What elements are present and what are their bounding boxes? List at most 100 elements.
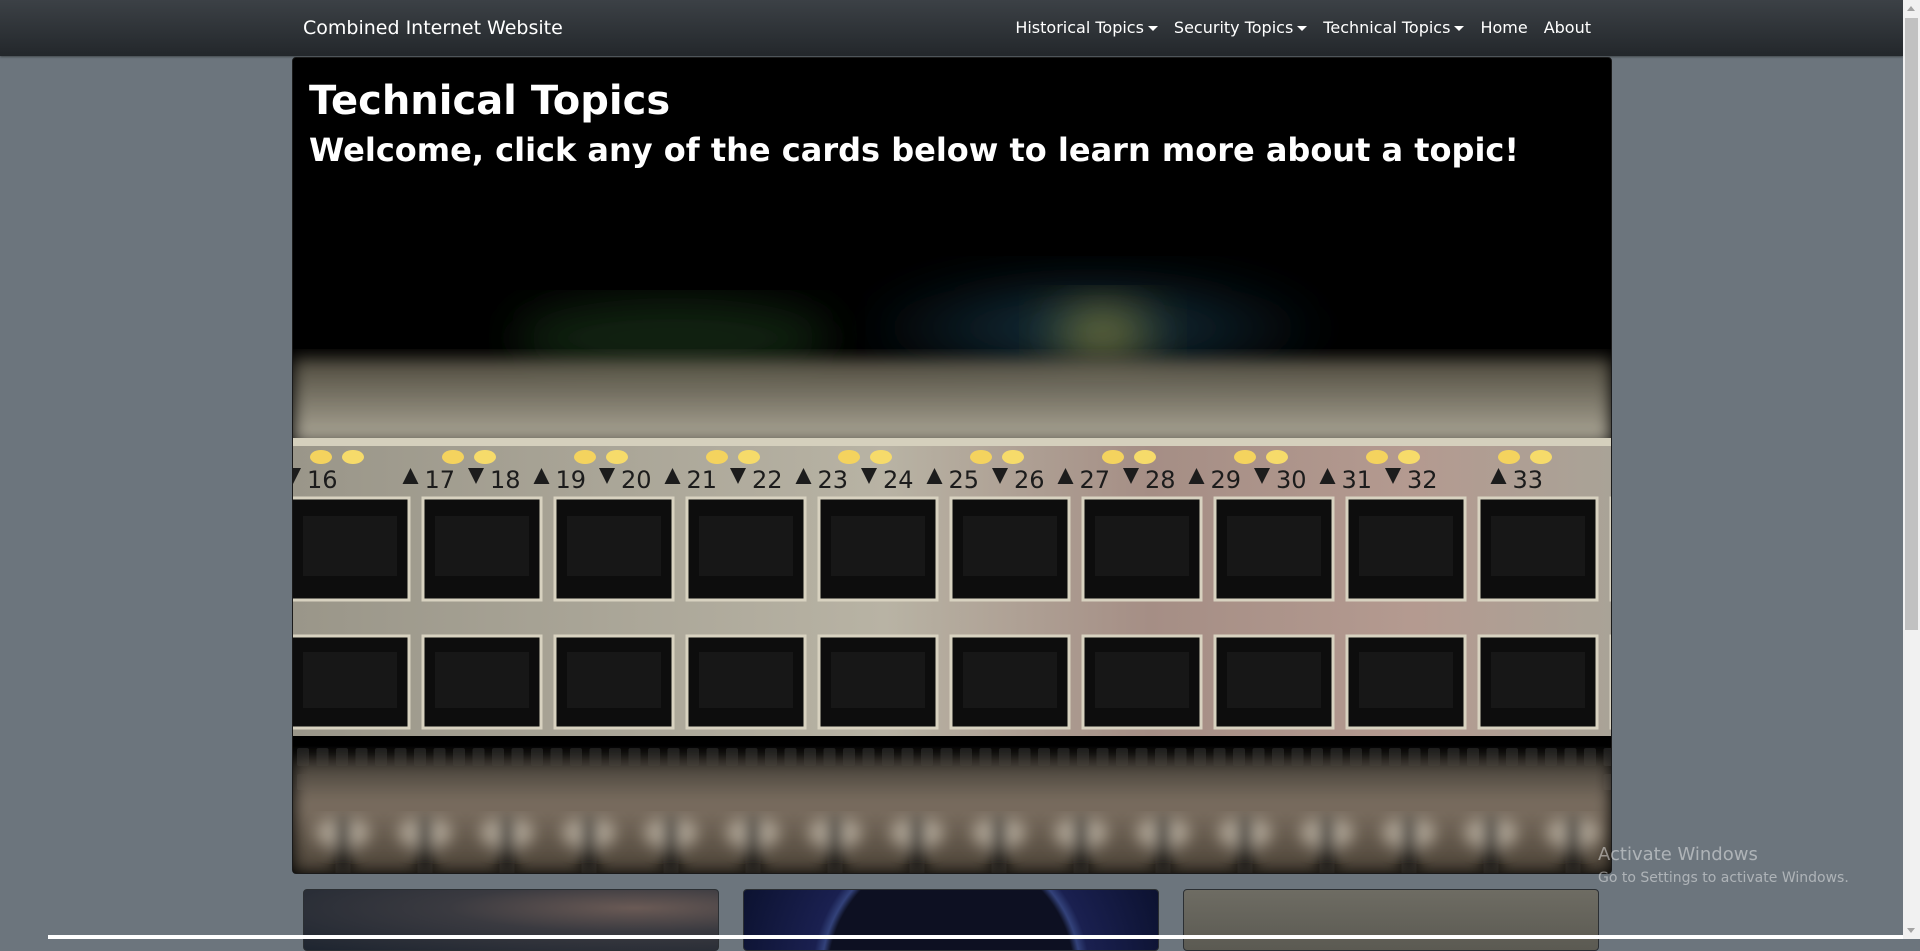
led-indicator	[574, 450, 596, 464]
port-contact	[567, 652, 661, 708]
port-contact	[1227, 652, 1321, 708]
blurred-jack-gap	[745, 818, 761, 873]
top-navbar: Combined Internet Website Historical Top…	[0, 0, 1903, 56]
led-indicator	[1366, 450, 1388, 464]
port-contact	[699, 652, 793, 708]
page-title: Technical Topics	[309, 78, 671, 124]
topic-card[interactable]	[1183, 889, 1599, 951]
led-indicator	[1266, 450, 1288, 464]
port-contact	[1359, 516, 1453, 576]
port-contact	[1095, 516, 1189, 576]
bottom-edge	[48, 935, 1903, 939]
port-number-label: 29	[1211, 466, 1242, 494]
nav-security-topics-dropdown[interactable]: Security Topics	[1173, 17, 1308, 39]
port-number-label: 28	[1145, 466, 1176, 494]
blurred-jack-gap	[991, 818, 1007, 873]
blurred-jack-gap	[1073, 818, 1089, 873]
topic-card[interactable]	[743, 889, 1159, 951]
vertical-scrollbar[interactable]	[1903, 0, 1920, 939]
port-contact	[1359, 652, 1453, 708]
port-number-label: 21	[687, 466, 718, 494]
port-number-label: 19	[556, 466, 587, 494]
port-number-label: 27	[1080, 466, 1111, 494]
port-contact	[963, 652, 1057, 708]
led-indicator	[970, 450, 992, 464]
nav-item-label: Security Topics	[1173, 18, 1294, 37]
port-contact	[303, 516, 397, 576]
port-contact	[1227, 516, 1321, 576]
port-number-label: 17	[425, 466, 456, 494]
scroll-down-arrow-icon[interactable]	[1907, 928, 1915, 933]
blurred-jack-gap	[663, 818, 679, 873]
port-number-label: 16	[307, 466, 338, 494]
nav-item-label: Historical Topics	[1015, 18, 1144, 37]
topic-card[interactable]	[303, 889, 719, 951]
activate-windows-hint: Go to Settings to activate Windows.	[1598, 870, 1849, 886]
led-indicator	[838, 450, 860, 464]
led-indicator	[1398, 450, 1420, 464]
port-number-label: 32	[1407, 466, 1438, 494]
blurred-jack-gap	[827, 818, 843, 873]
led-indicator	[738, 450, 760, 464]
led-indicator	[474, 450, 496, 464]
blurred-jack-gap	[1237, 818, 1253, 873]
port-number-label: 20	[621, 466, 652, 494]
port-contact	[1491, 652, 1585, 708]
port-contact	[567, 516, 661, 576]
led-indicator	[870, 450, 892, 464]
port-contact	[435, 652, 529, 708]
led-indicator	[442, 450, 464, 464]
port-contact	[699, 516, 793, 576]
led-indicator	[706, 450, 728, 464]
port-number-label: 26	[1014, 466, 1045, 494]
scrollbar-thumb[interactable]	[1905, 18, 1918, 630]
nav-about-link[interactable]: About	[1544, 17, 1591, 39]
port-number-label: 31	[1342, 466, 1373, 494]
led-indicator	[1134, 450, 1156, 464]
blurred-jack-gap	[1565, 818, 1581, 873]
port-number-label: 23	[818, 466, 849, 494]
led-indicator	[1498, 450, 1520, 464]
activate-windows-watermark: Activate Windows	[1598, 844, 1758, 865]
caret-down-icon	[1454, 26, 1465, 31]
page-subtitle: Welcome, click any of the cards below to…	[309, 131, 1519, 169]
blurred-jack-gap	[1483, 818, 1499, 873]
hero-background-image: 16 17 18 19 20 21 22 23 24 25 26 27 28 29 30 31 32 33	[293, 58, 1611, 873]
nav-menu: Historical Topics Security Topics Techni…	[1015, 17, 1591, 39]
port-contact	[963, 516, 1057, 576]
nav-home-link[interactable]: Home	[1480, 17, 1527, 39]
led-indicator	[1234, 450, 1256, 464]
led-indicator	[342, 450, 364, 464]
port-number-label: 18	[490, 466, 521, 494]
port-contact	[1491, 516, 1585, 576]
nav-historical-topics-dropdown[interactable]: Historical Topics	[1015, 17, 1158, 39]
port-contact	[831, 516, 925, 576]
blurred-jack-gap	[581, 818, 597, 873]
led-indicator	[606, 450, 628, 464]
port-number-label: 30	[1276, 466, 1307, 494]
blurred-jack-gap	[499, 818, 515, 873]
nav-technical-topics-dropdown[interactable]: Technical Topics	[1323, 17, 1465, 39]
nav-item-label: Technical Topics	[1323, 18, 1451, 37]
blurred-jack-gap	[417, 818, 433, 873]
port-contact	[303, 652, 397, 708]
blurred-jack-gap	[335, 818, 351, 873]
caret-down-icon	[1297, 26, 1308, 31]
port-contact	[831, 652, 925, 708]
port-contact	[435, 516, 529, 576]
port-number-label: 33	[1513, 466, 1544, 494]
blurred-jack-gap	[1319, 818, 1335, 873]
brand-link[interactable]: Combined Internet Website	[303, 15, 563, 41]
port-number-label: 24	[883, 466, 914, 494]
port-contact	[1095, 652, 1189, 708]
caret-down-icon	[1147, 26, 1158, 31]
scroll-up-arrow-icon[interactable]	[1907, 6, 1915, 11]
blurred-jack-gap	[1155, 818, 1171, 873]
led-indicator	[1530, 450, 1552, 464]
blurred-jack-gap	[909, 818, 925, 873]
port-number-label: 25	[949, 466, 980, 494]
hero-banner: 16 17 18 19 20 21 22 23 24 25 26 27 28 29 30 31 32 33 Tec…	[292, 57, 1612, 874]
blurred-jack-gap	[1401, 818, 1417, 873]
led-indicator	[1102, 450, 1124, 464]
led-indicator	[310, 450, 332, 464]
